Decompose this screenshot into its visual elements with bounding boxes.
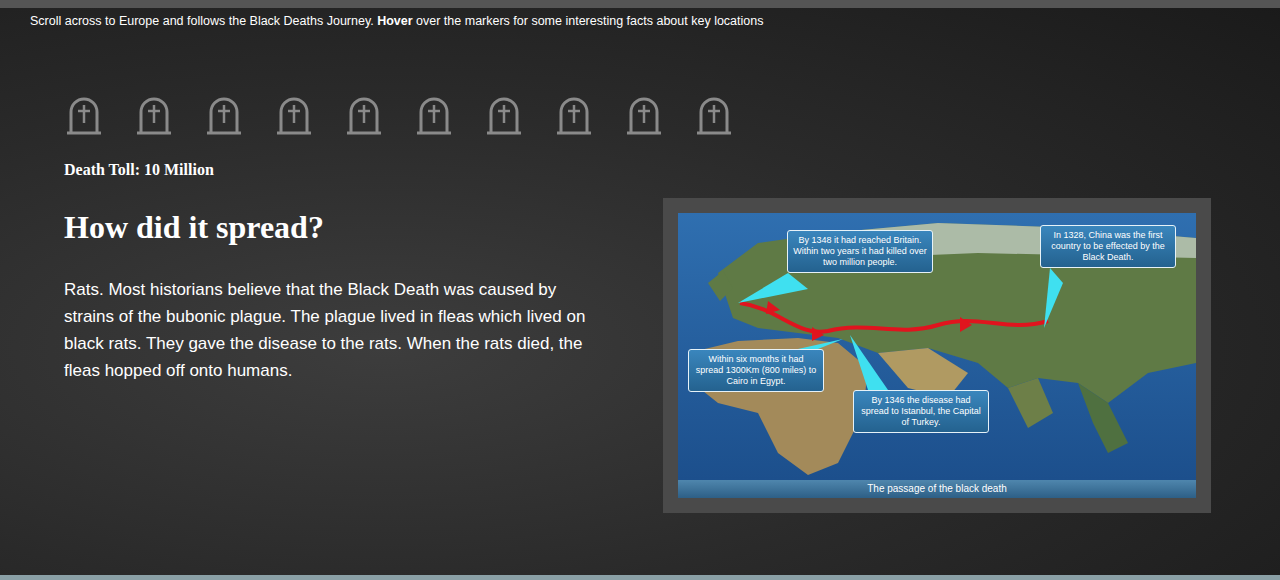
content: Scroll across to Europe and follows the …: [0, 8, 1280, 513]
spread-map: By 1348 it had reached Britain. Within t…: [678, 213, 1196, 480]
section-heading: How did it spread?: [64, 208, 624, 246]
instruction-text: Scroll across to Europe and follows the …: [0, 8, 1280, 30]
map-caption: The passage of the black death: [678, 480, 1196, 498]
map-callout[interactable]: In 1328, China was the first country to …: [1040, 225, 1176, 268]
death-toll-markers: [64, 96, 1280, 136]
gravestone-icon: [204, 96, 244, 136]
map-callout[interactable]: By 1346 the disease had spread to Istanb…: [853, 390, 989, 433]
gravestone-icon: [694, 96, 734, 136]
gravestone-icon: [554, 96, 594, 136]
gravestone-icon: [64, 96, 104, 136]
map-figure: By 1348 it had reached Britain. Within t…: [663, 198, 1211, 513]
gravestone-icon: [274, 96, 314, 136]
gravestone-icon: [414, 96, 454, 136]
text-column: How did it spread? Rats. Most historians …: [64, 198, 624, 513]
bottom-bar: [0, 575, 1280, 580]
gravestone-icon: [624, 96, 664, 136]
map-callout[interactable]: Within six months it had spread 1300Km (…: [688, 349, 824, 392]
page: Scroll across to Europe and follows the …: [0, 0, 1280, 580]
section-body: Rats. Most historians believe that the B…: [64, 276, 604, 384]
top-bar: [0, 0, 1280, 8]
map-callout[interactable]: By 1348 it had reached Britain. Within t…: [787, 230, 933, 273]
gravestone-icon: [344, 96, 384, 136]
spread-section: How did it spread? Rats. Most historians …: [64, 198, 1280, 513]
gravestone-icon: [134, 96, 174, 136]
death-toll: Death Toll: 10 Million: [64, 160, 1280, 180]
gravestone-icon: [484, 96, 524, 136]
